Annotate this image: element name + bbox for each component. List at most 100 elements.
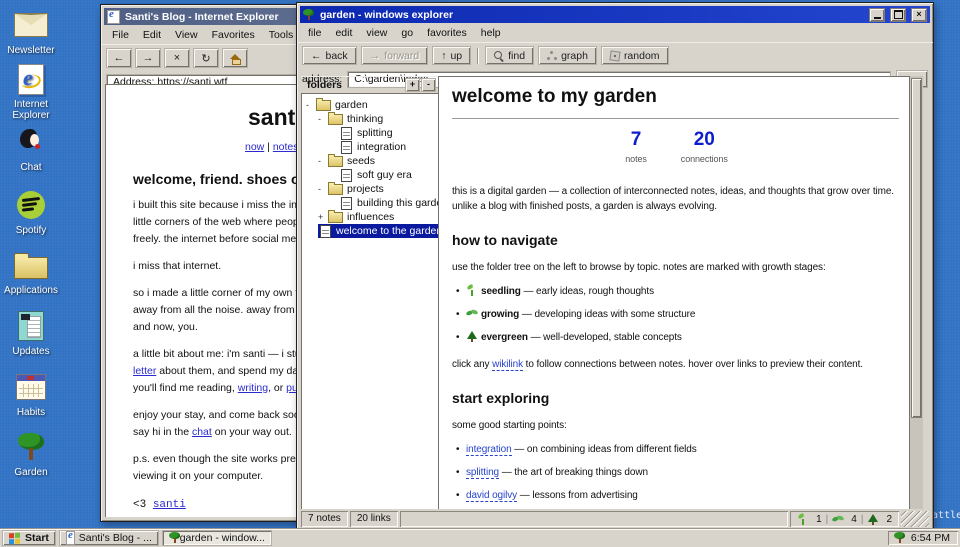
desktop-icon-spotify[interactable]: Spotify xyxy=(2,188,60,236)
menu-item-file[interactable]: file xyxy=(301,26,328,40)
scrollbar-thumb[interactable] xyxy=(911,78,922,418)
status-spacer xyxy=(400,511,788,527)
stat-notes: 7 notes xyxy=(625,129,647,164)
tree-item-influences[interactable]: + influences xyxy=(301,209,438,224)
notepad-icon xyxy=(18,311,44,341)
status-links-count: 20 links xyxy=(350,511,398,527)
note-icon xyxy=(341,126,352,140)
tree-item-building-this-garden[interactable]: building this garden xyxy=(301,196,438,210)
graph-button[interactable]: graph xyxy=(538,46,597,65)
stage-desc: — well-developed, stable concepts xyxy=(527,332,682,343)
menu-item-file[interactable]: File xyxy=(105,28,136,42)
explore-intro: some good starting points: xyxy=(452,420,567,431)
folder-icon xyxy=(328,209,343,223)
tree-item-garden[interactable]: - garden xyxy=(301,97,438,112)
graph-icon xyxy=(547,50,557,61)
menu-item-favorites[interactable]: favorites xyxy=(420,26,474,40)
desktop-icon-updates[interactable]: Updates xyxy=(2,309,60,357)
collapse-all-button[interactable]: - xyxy=(421,78,436,92)
desktop-icon-internet-explorer[interactable]: e Internet Explorer xyxy=(2,62,60,121)
start-button[interactable]: Start xyxy=(2,530,56,546)
tree-item-thinking[interactable]: - thinking xyxy=(301,111,438,126)
explore-desc: — on combining ideas from different fiel… xyxy=(511,444,697,455)
collapse-toggle[interactable]: - xyxy=(318,182,328,196)
chat-link[interactable]: chat xyxy=(192,426,212,438)
desktop-icon-applications[interactable]: Applications xyxy=(2,248,60,296)
desktop-icon-habits[interactable]: Habits xyxy=(2,370,60,418)
menu-item-help[interactable]: help xyxy=(474,26,508,40)
resize-grip[interactable] xyxy=(901,511,929,527)
up-button[interactable]: ↑ up xyxy=(432,46,472,65)
envelope-icon xyxy=(14,13,48,37)
ie-logo-icon xyxy=(107,8,120,24)
nav-link-notes[interactable]: notes xyxy=(273,141,299,153)
refresh-button[interactable]: ↻ xyxy=(193,48,219,68)
tree-item-splitting[interactable]: splitting xyxy=(301,126,438,140)
tray-tree-icon[interactable] xyxy=(893,532,906,544)
tree-item-seeds[interactable]: - seeds xyxy=(301,153,438,168)
letter-link[interactable]: letter xyxy=(133,365,156,377)
menu-item-view[interactable]: View xyxy=(168,28,205,42)
desktop-icon-chat[interactable]: Chat xyxy=(2,125,60,173)
note-icon xyxy=(341,140,352,154)
wikilink-link[interactable]: wikilink xyxy=(492,359,523,371)
minimize-button[interactable] xyxy=(869,7,885,22)
evergreen-count: 2 xyxy=(886,513,892,525)
tree-item-soft-guy-era[interactable]: soft guy era xyxy=(301,168,438,182)
integration-link[interactable]: integration xyxy=(466,444,512,456)
random-button[interactable]: random xyxy=(600,46,669,65)
tree-item-label: integration xyxy=(357,141,407,153)
stage-desc: — early ideas, rough thoughts xyxy=(520,286,654,297)
paragraph-text: about them, and spend my days xyxy=(156,365,309,377)
forward-button[interactable]: → xyxy=(135,48,161,68)
stage-item-evergreen: evergreen — well-developed, stable conce… xyxy=(452,331,901,345)
forward-button[interactable]: → forward xyxy=(360,46,429,65)
find-button[interactable]: find xyxy=(485,46,535,65)
tree-item-label: thinking xyxy=(347,113,384,125)
back-button[interactable]: ← xyxy=(106,48,132,68)
home-button[interactable] xyxy=(222,48,248,68)
tree-item-integration[interactable]: integration xyxy=(301,140,438,154)
task-button-garden[interactable]: garden - window... xyxy=(161,530,272,546)
paragraph-text: , or xyxy=(268,382,287,394)
close-button[interactable]: × xyxy=(911,7,927,22)
menu-item-edit[interactable]: edit xyxy=(328,26,359,40)
desktop-icon-label: Habits xyxy=(16,407,46,418)
nav-link-now[interactable]: now xyxy=(245,141,264,153)
back-button[interactable]: ← back xyxy=(302,46,357,65)
stat-connections: 20 connections xyxy=(681,129,728,164)
tree-item-projects[interactable]: - projects xyxy=(301,181,438,196)
garden-window-title: garden - windows explorer xyxy=(320,8,454,21)
writing-link[interactable]: writing xyxy=(238,382,268,394)
stage-term: growing xyxy=(481,309,520,320)
tree-item-welcome-to-the-garden[interactable]: welcome to the garden xyxy=(301,224,438,238)
collapse-toggle[interactable]: - xyxy=(318,154,328,168)
task-button-santis-blog[interactable]: Santi's Blog - ... xyxy=(58,530,159,546)
santi-link[interactable]: santi xyxy=(153,499,186,511)
expand-toggle[interactable]: + xyxy=(318,210,328,224)
desktop-icon-garden[interactable]: Garden xyxy=(2,430,60,478)
clock: 6:54 PM xyxy=(910,532,950,544)
menu-item-go[interactable]: go xyxy=(394,26,420,40)
ie-logo-icon xyxy=(65,531,75,545)
david-ogilvy-link[interactable]: david ogilvy xyxy=(466,490,517,502)
garden-titlebar[interactable]: garden - windows explorer × xyxy=(300,6,930,23)
desktop-icon-newsletter[interactable]: Newsletter xyxy=(2,8,60,56)
stop-button[interactable]: × xyxy=(164,48,190,68)
menu-item-tools[interactable]: Tools xyxy=(262,28,301,42)
menu-item-edit[interactable]: Edit xyxy=(136,28,168,42)
tree-item-label: influences xyxy=(347,211,395,223)
system-tray: 6:54 PM xyxy=(888,531,958,545)
menu-item-view[interactable]: view xyxy=(359,26,394,40)
desktop-icon-label: Newsletter xyxy=(7,45,55,56)
collapse-toggle[interactable]: - xyxy=(306,98,316,112)
windows-logo-icon xyxy=(9,532,21,544)
expand-all-button[interactable]: + xyxy=(405,78,420,92)
stage-item-growing: growing — developing ideas with some str… xyxy=(452,308,901,322)
collapse-toggle[interactable]: - xyxy=(318,112,328,126)
content-scrollbar[interactable] xyxy=(909,76,923,509)
status-notes-count: 7 notes xyxy=(301,511,348,527)
splitting-link[interactable]: splitting xyxy=(466,467,499,479)
menu-item-favorites[interactable]: Favorites xyxy=(205,28,262,42)
maximize-button[interactable] xyxy=(890,7,906,22)
